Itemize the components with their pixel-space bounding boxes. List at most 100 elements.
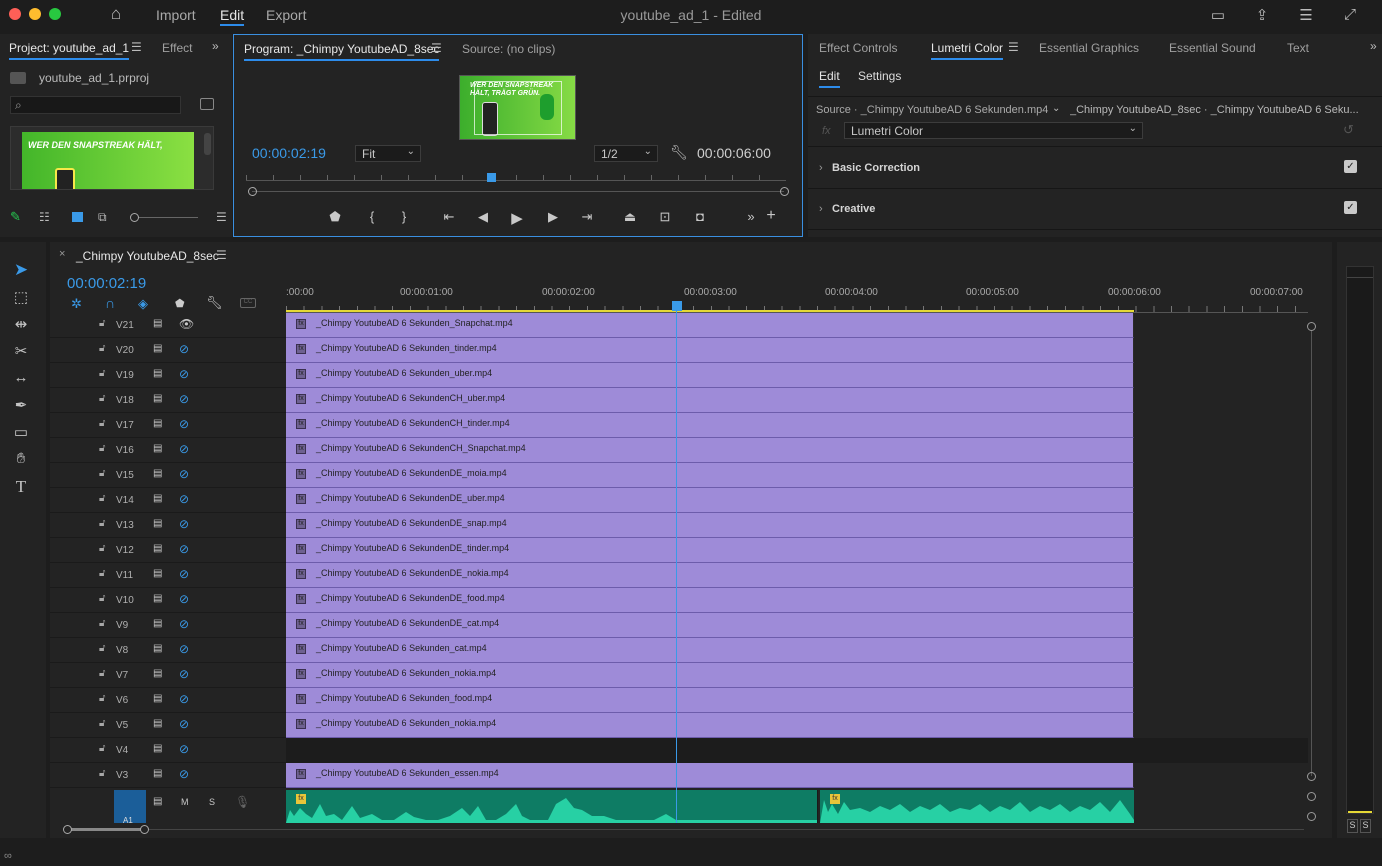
timeline-playhead-handle[interactable] <box>672 301 682 311</box>
hscroll-left-handle[interactable] <box>63 825 72 834</box>
lock-icon[interactable]: 🔓︎ <box>99 543 105 554</box>
program-menu-icon[interactable]: ☰ <box>431 41 442 55</box>
sync-lock-icon[interactable]: ▤ <box>153 768 162 779</box>
program-preview[interactable]: WER DEN SNAPSTREAK HÄLT, TRÄGT GRÜN. <box>459 75 576 140</box>
track-header[interactable]: 🔓︎ V11 ▤ ⊘ <box>50 563 286 588</box>
tab-source[interactable]: Source: (no clips) <box>462 42 555 56</box>
eye-hidden-icon[interactable]: ⊘ <box>179 717 189 731</box>
lock-icon[interactable]: 🔓︎ <box>99 743 105 754</box>
sync-lock-icon[interactable]: ▤ <box>153 518 162 529</box>
track-header[interactable]: 🔓︎ V8 ▤ ⊘ <box>50 638 286 663</box>
track-header[interactable]: 🔓︎ V15 ▤ ⊘ <box>50 463 286 488</box>
video-clip[interactable]: fx _Chimpy YoutubeAD 6 SekundenCH_Snapcha… <box>286 438 1134 463</box>
lock-icon[interactable]: 🔓︎ <box>99 343 105 354</box>
sync-lock-icon[interactable]: ▤ <box>153 393 162 404</box>
hscroll-right-handle[interactable] <box>140 825 149 834</box>
tab-text[interactable]: Text <box>1287 41 1309 55</box>
lock-icon[interactable]: 🔓︎ <box>99 318 105 329</box>
microphone-icon[interactable]: 🎙︎ <box>235 795 250 809</box>
eye-hidden-icon[interactable]: ⊘ <box>179 592 189 606</box>
eye-hidden-icon[interactable]: ⊘ <box>179 642 189 656</box>
project-thumbnail[interactable]: WER DEN SNAPSTREAK HÄLT, <box>22 132 194 189</box>
track-header[interactable]: 🔓︎ V21 ▤ 👁︎ <box>50 313 286 338</box>
sync-lock-icon[interactable]: ▤ <box>153 443 162 454</box>
eye-hidden-icon[interactable]: ⊘ <box>179 517 189 531</box>
pencil-icon[interactable]: ✎ <box>10 209 21 225</box>
sync-lock-icon[interactable]: ▤ <box>153 743 162 754</box>
video-clip[interactable]: fx _Chimpy YoutubeAD 6 Sekunden_food.mp4 <box>286 688 1134 713</box>
lock-icon[interactable]: 🔓︎ <box>99 593 105 604</box>
lift-icon[interactable]: ⏏︎ <box>620 209 640 225</box>
step-forward-icon[interactable]: ▶︎ <box>543 209 563 225</box>
new-bin-icon[interactable] <box>200 98 214 110</box>
sync-lock-icon[interactable]: ▤ <box>153 318 162 329</box>
tab-project[interactable]: Project: youtube_ad_1 <box>9 41 130 60</box>
track-header[interactable]: 🔓︎ V20 ▤ ⊘ <box>50 338 286 363</box>
reset-icon[interactable]: ↺ <box>1343 122 1354 138</box>
zoom-slider-track[interactable] <box>134 217 198 218</box>
workspace-icon[interactable]: ▭ <box>1208 6 1228 24</box>
audio-clip-2[interactable]: fx <box>820 790 1134 823</box>
play-icon[interactable]: ▶︎ <box>507 209 527 227</box>
lock-icon[interactable]: 🔓︎ <box>99 493 105 504</box>
lumetri-menu-icon[interactable]: ☰ <box>1008 40 1019 54</box>
project-menu-icon[interactable]: ☰ <box>216 210 227 224</box>
video-clip[interactable]: fx _Chimpy YoutubeAD 6 SekundenDE_snap.mp… <box>286 513 1134 538</box>
track-header[interactable]: 🔓︎ V9 ▤ ⊘ <box>50 613 286 638</box>
sync-lock-icon[interactable]: ▤ <box>153 693 162 704</box>
eye-hidden-icon[interactable]: ⊘ <box>179 492 189 506</box>
track-select-tool-icon[interactable]: ⬚ <box>10 288 32 308</box>
program-current-time[interactable]: 00:00:02:19 <box>252 145 326 161</box>
tab-essential-graphics[interactable]: Essential Graphics <box>1039 41 1139 55</box>
creative-label[interactable]: Creative <box>832 203 875 215</box>
video-clip[interactable]: fx _Chimpy YoutubeAD 6 SekundenDE_food.mp… <box>286 588 1134 613</box>
type-tool-icon[interactable]: T <box>10 477 32 497</box>
source-chevron-icon[interactable]: ⌄ <box>1052 103 1060 114</box>
video-clip[interactable]: fx _Chimpy YoutubeAD 6 Sekunden_nokia.mp4 <box>286 663 1134 688</box>
eye-hidden-icon[interactable]: ⊘ <box>179 442 189 456</box>
audio-vscroll-bottom-handle[interactable] <box>1307 812 1316 821</box>
razor-tool-icon[interactable]: ✂︎ <box>10 342 32 362</box>
monitor-zoom-bar[interactable] <box>252 191 784 192</box>
mute-button[interactable]: M <box>181 797 189 807</box>
project-search-input[interactable]: ⌕ <box>10 96 181 114</box>
sync-lock-icon[interactable]: ▤ <box>153 618 162 629</box>
rectangle-tool-icon[interactable]: ▭ <box>10 423 32 443</box>
basic-correction-checkbox[interactable]: ✓ <box>1344 160 1357 173</box>
sync-lock-icon[interactable]: ▤ <box>153 543 162 554</box>
eye-icon[interactable]: 👁︎ <box>179 317 194 331</box>
go-to-in-icon[interactable]: ⇤ <box>439 209 459 225</box>
video-clip[interactable]: fx _Chimpy YoutubeAD 6 SekundenCH_uber.mp… <box>286 388 1134 413</box>
eye-hidden-icon[interactable]: ⊘ <box>179 667 189 681</box>
share-icon[interactable]: ⇪ <box>1252 6 1272 24</box>
step-back-icon[interactable]: ◀︎ <box>473 209 493 225</box>
track-header[interactable]: 🔓︎ V10 ▤ ⊘ <box>50 588 286 613</box>
eye-hidden-icon[interactable]: ⊘ <box>179 342 189 356</box>
video-clip[interactable]: fx _Chimpy YoutubeAD 6 Sekunden_cat.mp4 <box>286 638 1134 663</box>
nest-icon[interactable]: ✲ <box>71 296 82 312</box>
video-clip[interactable]: fx _Chimpy YoutubeAD 6 Sekunden_nokia.mp4 <box>286 713 1134 738</box>
monitor-playhead[interactable] <box>487 173 496 182</box>
vscroll-top-handle[interactable] <box>1307 322 1316 331</box>
timeline-playhead-line[interactable] <box>676 306 677 823</box>
lock-icon[interactable]: 🔓︎ <box>99 643 105 654</box>
zoom-slider-handle[interactable] <box>130 213 139 222</box>
eye-hidden-icon[interactable]: ⊘ <box>179 417 189 431</box>
tab-program[interactable]: Program: _Chimpy YoutubeAD_8sec <box>244 42 440 61</box>
solo-left-button[interactable]: S <box>1347 819 1358 833</box>
lock-icon[interactable]: 🔓︎ <box>99 768 105 779</box>
freeform-view-icon[interactable]: ⧉ <box>98 210 107 225</box>
lock-icon[interactable]: 🔓︎ <box>99 618 105 629</box>
solo-right-button[interactable]: S <box>1360 819 1371 833</box>
monitor-zoom-end[interactable] <box>780 187 789 196</box>
audio-clip-1[interactable]: fx <box>286 790 818 823</box>
work-area-bar[interactable] <box>286 310 1134 312</box>
monitor-ruler[interactable] <box>246 175 786 181</box>
creative-cloud-icon[interactable]: ∞ <box>4 850 12 862</box>
ripple-edit-tool-icon[interactable]: ⇹ <box>10 315 32 335</box>
sync-lock-icon[interactable]: ▤ <box>153 343 162 354</box>
eye-hidden-icon[interactable]: ⊘ <box>179 467 189 481</box>
track-header[interactable]: 🔓︎ V7 ▤ ⊘ <box>50 663 286 688</box>
timeline-settings-icon[interactable]: 🔧︎ <box>206 295 223 311</box>
eye-hidden-icon[interactable]: ⊘ <box>179 692 189 706</box>
